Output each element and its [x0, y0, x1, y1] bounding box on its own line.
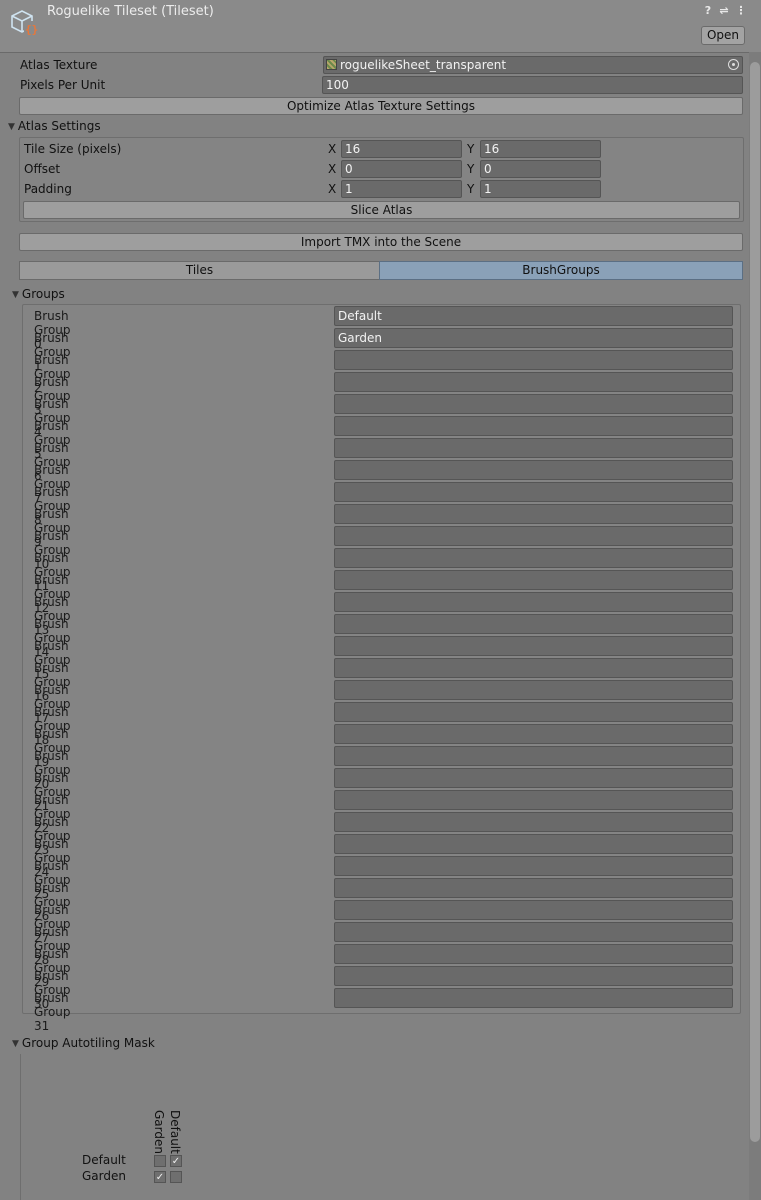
- offset-label: Offset: [24, 162, 61, 176]
- tile-size-label: Tile Size (pixels): [24, 142, 122, 156]
- inspector-title: Roguelike Tileset (Tileset): [47, 4, 214, 19]
- texture-thumbnail-icon: [326, 59, 337, 70]
- mask-default-garden-checkbox[interactable]: [154, 1155, 166, 1167]
- brush-group-name-field[interactable]: [334, 504, 733, 524]
- brush-group-name-field[interactable]: [334, 636, 733, 656]
- brush-group-name-field[interactable]: [334, 460, 733, 480]
- object-picker-icon[interactable]: [728, 59, 739, 70]
- atlas-settings-title: Atlas Settings: [17, 119, 101, 133]
- slice-atlas-button[interactable]: Slice Atlas: [23, 201, 740, 219]
- brush-group-name-field[interactable]: [334, 416, 733, 436]
- brush-group-name-field[interactable]: [334, 702, 733, 722]
- brush-group-name-field[interactable]: [334, 922, 733, 942]
- import-tmx-button[interactable]: Import TMX into the Scene: [19, 233, 743, 251]
- tile-size-x-field[interactable]: 16: [341, 140, 462, 158]
- mask-row-garden: Garden: [82, 1169, 126, 1183]
- mask-column-garden: Garden: [152, 1110, 166, 1154]
- svg-text:{}: {}: [25, 23, 38, 36]
- optimize-atlas-button[interactable]: Optimize Atlas Texture Settings: [19, 97, 743, 115]
- brush-group-name-field[interactable]: [334, 966, 733, 986]
- offset-x-field[interactable]: 0: [341, 160, 462, 178]
- groups-title: Groups: [21, 287, 65, 301]
- brush-group-name-field[interactable]: [334, 900, 733, 920]
- brush-group-name-field[interactable]: [334, 526, 733, 546]
- brush-group-name-field[interactable]: [334, 746, 733, 766]
- pixels-per-unit-label: Pixels Per Unit: [20, 78, 106, 92]
- brush-group-name-field[interactable]: [334, 988, 733, 1008]
- brush-group-name-field[interactable]: [334, 394, 733, 414]
- brush-group-name-field[interactable]: [334, 680, 733, 700]
- brush-group-name-field[interactable]: [334, 856, 733, 876]
- brush-group-name-field[interactable]: [334, 790, 733, 810]
- brush-group-name-field[interactable]: [334, 658, 733, 678]
- mask-garden-default-checkbox[interactable]: [170, 1171, 182, 1183]
- autotiling-indent-line: [20, 1054, 21, 1200]
- scrollbar-thumb[interactable]: [750, 62, 760, 1142]
- padding-y-label: Y: [467, 182, 475, 196]
- help-icon[interactable]: ?: [702, 5, 714, 17]
- brush-group-name-field[interactable]: [334, 482, 733, 502]
- brush-group-name-field[interactable]: [334, 944, 733, 964]
- atlas-settings-foldout[interactable]: ▼ Atlas Settings: [8, 119, 101, 133]
- context-menu-icon[interactable]: ⋮: [735, 5, 747, 17]
- open-button[interactable]: Open: [701, 26, 745, 45]
- foldout-arrow-icon: ▼: [12, 290, 19, 300]
- brush-group-name-field[interactable]: [334, 878, 733, 898]
- pixels-per-unit-field[interactable]: 100: [322, 76, 743, 94]
- tile-size-x-label: X: [328, 142, 337, 156]
- brush-group-name-field[interactable]: [334, 438, 733, 458]
- mask-row-default: Default: [82, 1153, 126, 1167]
- padding-y-field[interactable]: 1: [480, 180, 601, 198]
- atlas-texture-value: roguelikeSheet_transparent: [340, 58, 507, 72]
- brush-group-label: Brush Group 31: [34, 991, 71, 1033]
- mask-default-default-checkbox[interactable]: ✓: [170, 1155, 182, 1167]
- presets-icon[interactable]: ⇌: [718, 5, 730, 17]
- mask-garden-garden-checkbox[interactable]: ✓: [154, 1171, 166, 1183]
- brush-group-name-field[interactable]: [334, 592, 733, 612]
- offset-y-field[interactable]: 0: [480, 160, 601, 178]
- groups-foldout[interactable]: ▼ Groups: [12, 287, 65, 301]
- foldout-arrow-icon: ▼: [8, 122, 15, 132]
- mask-column-default: Default: [168, 1110, 182, 1154]
- atlas-texture-field[interactable]: roguelikeSheet_transparent: [323, 56, 743, 74]
- padding-x-label: X: [328, 182, 337, 196]
- offset-y-label: Y: [467, 162, 475, 176]
- tab-brush-groups[interactable]: BrushGroups: [379, 261, 743, 280]
- tile-size-y-label: Y: [467, 142, 475, 156]
- tile-size-y-field[interactable]: 16: [480, 140, 601, 158]
- brush-group-name-field[interactable]: Garden: [334, 328, 733, 348]
- tab-tiles[interactable]: Tiles: [19, 261, 380, 280]
- autotiling-foldout[interactable]: ▼ Group Autotiling Mask: [12, 1036, 155, 1050]
- brush-group-name-field[interactable]: Default: [334, 306, 733, 326]
- tileset-asset-icon: {}: [11, 10, 39, 36]
- brush-group-name-field[interactable]: [334, 372, 733, 392]
- brush-group-name-field[interactable]: [334, 724, 733, 744]
- brush-group-name-field[interactable]: [334, 614, 733, 634]
- brush-group-name-field[interactable]: [334, 812, 733, 832]
- foldout-arrow-icon: ▼: [12, 1039, 19, 1049]
- padding-x-field[interactable]: 1: [341, 180, 462, 198]
- offset-x-label: X: [328, 162, 337, 176]
- padding-label: Padding: [24, 182, 72, 196]
- brush-group-name-field[interactable]: [334, 350, 733, 370]
- brush-group-name-field[interactable]: [334, 548, 733, 568]
- autotiling-title: Group Autotiling Mask: [21, 1036, 155, 1050]
- brush-group-name-field[interactable]: [334, 570, 733, 590]
- brush-group-name-field[interactable]: [334, 768, 733, 788]
- atlas-texture-label: Atlas Texture: [20, 58, 98, 72]
- brush-group-name-field[interactable]: [334, 834, 733, 854]
